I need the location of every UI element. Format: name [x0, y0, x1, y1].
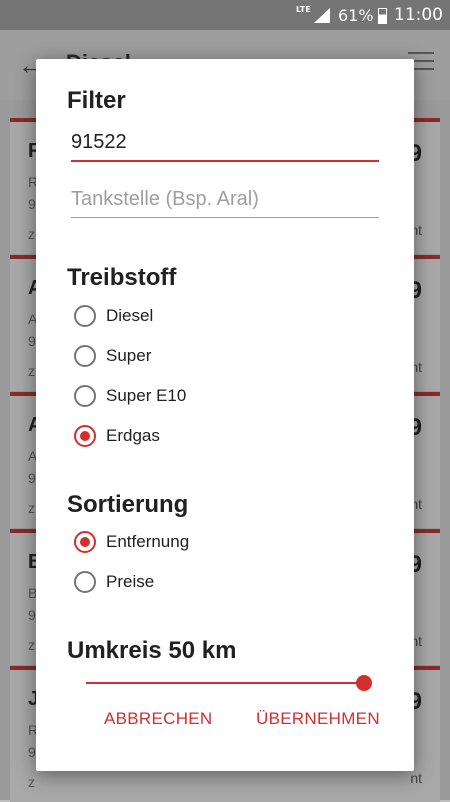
fuel-radio-erdgas[interactable]: Erdgas: [74, 424, 160, 448]
lte-indicator: LTE: [296, 5, 311, 14]
radius-slider[interactable]: [86, 673, 372, 693]
slider-thumb[interactable]: [356, 675, 372, 691]
fuel-title: Treibstoff: [67, 264, 177, 291]
station-line: 9: [28, 470, 36, 486]
filter-title: Filter: [67, 87, 126, 114]
radio-button[interactable]: [74, 345, 96, 367]
sort-radio-price[interactable]: Preise: [74, 570, 154, 594]
radio-label: Super E10: [106, 386, 187, 405]
radio-button[interactable]: [74, 531, 96, 553]
filter-dialog: Filter 91522 Tankstelle (Bsp. Aral) Trei…: [36, 59, 414, 771]
cancel-button[interactable]: ABBRECHEN: [104, 709, 213, 729]
station-line: 9: [28, 196, 36, 212]
radio-button[interactable]: [74, 385, 96, 407]
sort-title: Sortierung: [67, 491, 189, 518]
radius-title: Umkreis 50 km: [67, 637, 237, 664]
station-line: 9: [28, 333, 36, 349]
station-tag: nt: [410, 770, 422, 786]
status-bar: LTE 61% 11:00: [0, 0, 450, 30]
station-line: z: [28, 637, 35, 653]
radio-label: Diesel: [106, 306, 154, 325]
slider-track[interactable]: [86, 682, 364, 684]
radio-button[interactable]: [74, 571, 96, 593]
zip-value: 91522: [71, 131, 127, 153]
station-input[interactable]: Tankstelle (Bsp. Aral): [71, 188, 379, 218]
battery-icon: [378, 8, 387, 24]
radio-button[interactable]: [74, 425, 96, 447]
fuel-radio-diesel[interactable]: Diesel: [74, 304, 153, 328]
radio-label: Entfernung: [106, 532, 190, 551]
station-line: 9: [28, 607, 36, 623]
zip-input[interactable]: 91522: [71, 131, 379, 162]
fuel-radio-super[interactable]: Super: [74, 344, 151, 368]
station-line: z: [28, 363, 35, 379]
station-placeholder: Tankstelle (Bsp. Aral): [71, 188, 259, 210]
battery-percentage: 61%: [338, 6, 374, 25]
station-line: z: [28, 226, 35, 242]
station-line: z: [28, 774, 35, 790]
signal-icon: [314, 8, 330, 23]
station-line: z: [28, 500, 35, 516]
sort-radio-distance[interactable]: Entfernung: [74, 530, 189, 554]
station-line: 9: [28, 744, 36, 760]
fuel-radio-super-e10[interactable]: Super E10: [74, 384, 186, 408]
radio-label: Erdgas: [106, 426, 160, 445]
apply-button[interactable]: ÜBERNEHMEN: [256, 709, 380, 729]
radio-button[interactable]: [74, 305, 96, 327]
radio-label: Super: [106, 346, 152, 365]
clock: 11:00: [394, 5, 443, 25]
radio-label: Preise: [106, 572, 155, 591]
